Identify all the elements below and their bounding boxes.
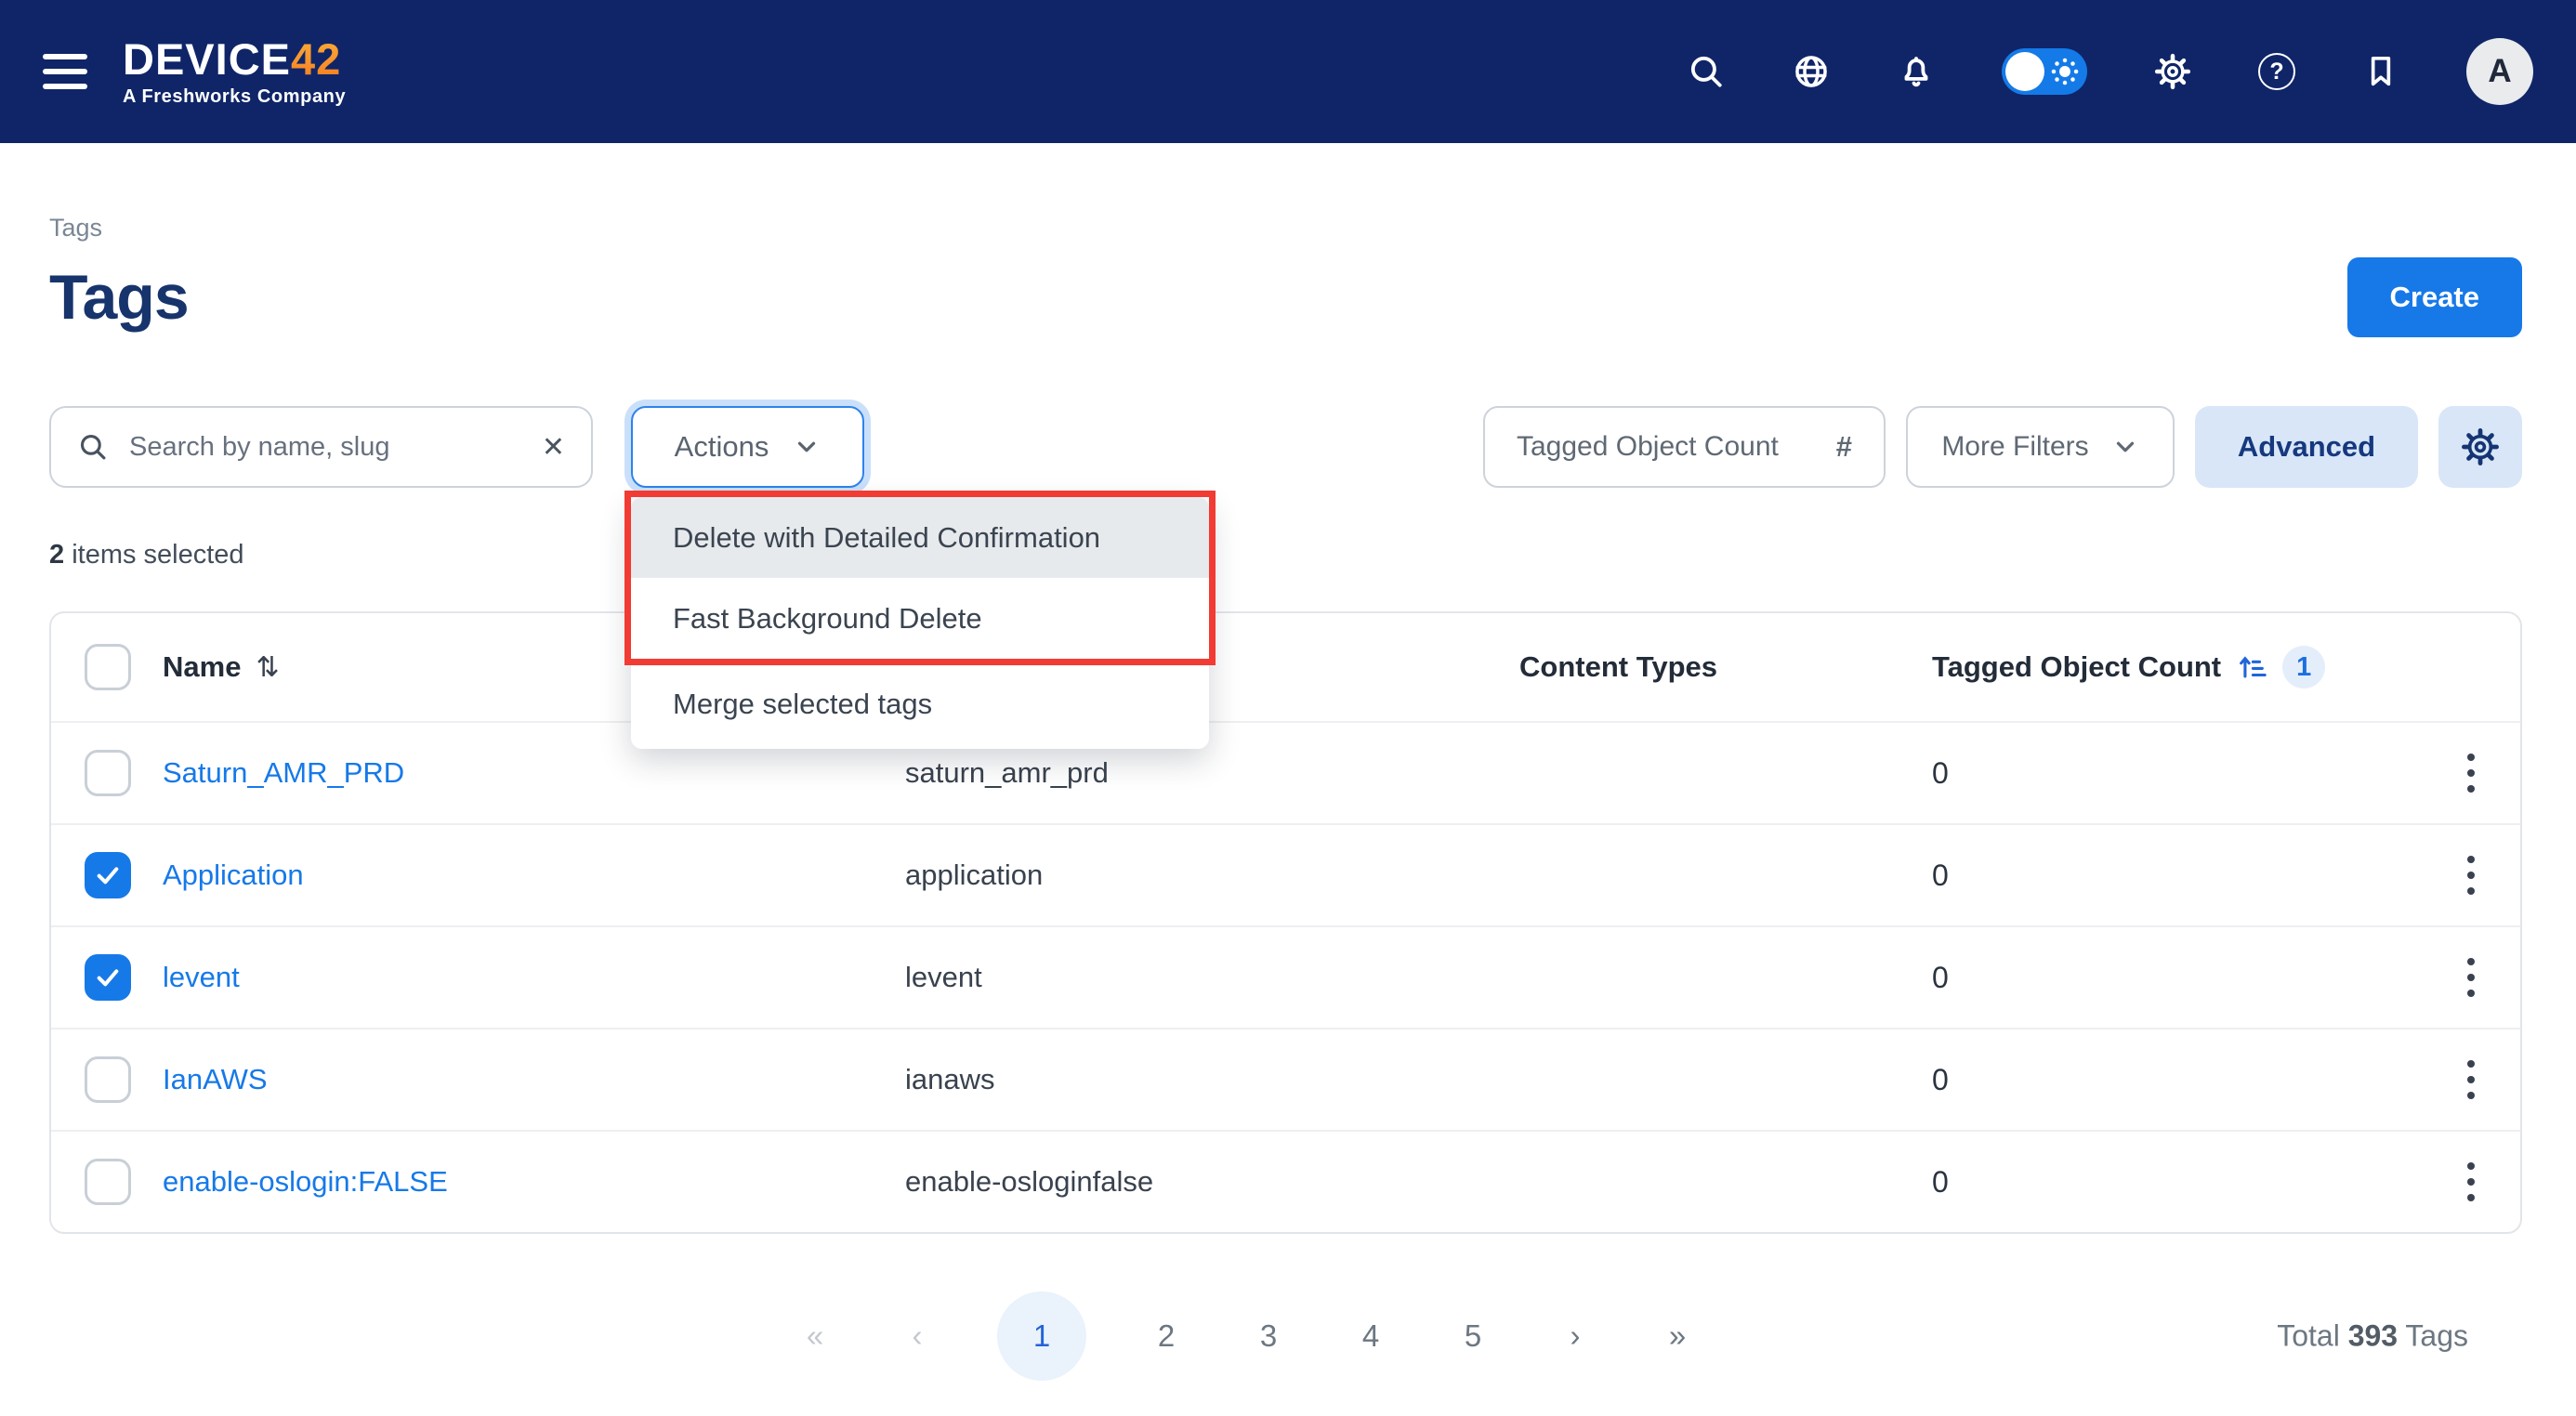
- gear-icon: [2460, 426, 2501, 467]
- menu-item-merge-selected-tags[interactable]: Merge selected tags: [631, 659, 1209, 749]
- tag-slug: saturn_amr_prd: [905, 756, 1519, 790]
- navbar-actions: ? A: [1687, 38, 2533, 105]
- top-navbar: DEVICE42 A Freshworks Company: [0, 0, 2576, 143]
- menu-item-fast-background-delete[interactable]: Fast Background Delete: [631, 578, 1209, 659]
- brand-accent: 42: [291, 34, 341, 84]
- pagination-page-4[interactable]: 4: [1348, 1318, 1393, 1354]
- tag-name-link[interactable]: enable-oslogin:FALSE: [163, 1165, 448, 1198]
- settings-gear-icon[interactable]: [2153, 52, 2192, 91]
- row-checkbox[interactable]: [85, 852, 131, 898]
- table-row: enable-oslogin:FALSE enable-osloginfalse…: [51, 1130, 2520, 1232]
- table-footer: « ‹ 1 2 3 4 5 › » Total 393 Tags: [49, 1262, 2522, 1410]
- globe-icon[interactable]: [1792, 52, 1831, 91]
- tag-count: 0: [1932, 961, 2430, 995]
- breadcrumb[interactable]: Tags: [49, 214, 2522, 243]
- row-checkbox[interactable]: [85, 954, 131, 1001]
- search-icon[interactable]: [1687, 52, 1726, 91]
- main-content: Tags Tags Create ✕ Actions Tagged Object…: [0, 214, 2576, 1410]
- column-header-content-types[interactable]: Content Types: [1519, 650, 1932, 684]
- table-row: Saturn_AMR_PRD saturn_amr_prd 0: [51, 721, 2520, 823]
- sort-priority-badge: 1: [2282, 646, 2325, 688]
- more-filters-dropdown[interactable]: More Filters: [1906, 406, 2175, 488]
- toolbar: ✕ Actions Tagged Object Count # More Fil…: [49, 406, 2522, 488]
- theme-toggle[interactable]: [2002, 48, 2087, 95]
- pagination-page-2[interactable]: 2: [1144, 1318, 1189, 1354]
- row-kebab-menu[interactable]: [2458, 744, 2484, 802]
- tag-count: 0: [1932, 756, 2430, 791]
- avatar[interactable]: A: [2466, 38, 2533, 105]
- pagination-page-5[interactable]: 5: [1451, 1318, 1495, 1354]
- pagination: « ‹ 1 2 3 4 5 › »: [793, 1291, 1700, 1381]
- select-all-checkbox[interactable]: [85, 644, 131, 690]
- selected-count: 2: [49, 540, 64, 570]
- row-checkbox[interactable]: [85, 750, 131, 796]
- table-row: Application application 0: [51, 823, 2520, 925]
- row-checkbox[interactable]: [85, 1056, 131, 1103]
- row-kebab-menu[interactable]: [2458, 949, 2484, 1006]
- pagination-first[interactable]: «: [793, 1318, 837, 1354]
- tag-slug: application: [905, 859, 1519, 892]
- row-kebab-menu[interactable]: [2458, 1153, 2484, 1211]
- tagged-object-count-filter[interactable]: Tagged Object Count #: [1483, 406, 1886, 488]
- chevron-down-icon: [793, 433, 821, 461]
- hamburger-menu-icon[interactable]: [43, 54, 87, 89]
- pagination-page-3[interactable]: 3: [1246, 1318, 1291, 1354]
- help-icon[interactable]: ?: [2258, 53, 2295, 90]
- bookmark-icon[interactable]: [2361, 52, 2400, 91]
- row-checkbox[interactable]: [85, 1159, 131, 1205]
- tag-slug: enable-osloginfalse: [905, 1165, 1519, 1199]
- brand-subtitle: A Freshworks Company: [123, 87, 346, 106]
- brand-logo[interactable]: DEVICE42 A Freshworks Company: [123, 37, 346, 106]
- actions-dropdown-menu: Delete with Detailed Confirmation Fast B…: [631, 497, 1209, 749]
- search-input[interactable]: [129, 432, 521, 463]
- search-field-icon: [77, 431, 109, 463]
- pagination-next[interactable]: ›: [1553, 1318, 1597, 1354]
- tags-table: Name ⇅ Content Types Tagged Object Count…: [49, 611, 2522, 1234]
- pagination-prev[interactable]: ‹: [895, 1318, 940, 1354]
- tag-slug: levent: [905, 961, 1519, 994]
- table-header-row: Name ⇅ Content Types Tagged Object Count…: [51, 613, 2520, 721]
- actions-label: Actions: [675, 430, 769, 464]
- tag-count: 0: [1932, 859, 2430, 893]
- toggle-knob: [2005, 52, 2044, 91]
- table-settings-button[interactable]: [2438, 406, 2522, 488]
- total-count: Total 393 Tags: [2277, 1319, 2468, 1354]
- tag-slug: ianaws: [905, 1063, 1519, 1096]
- column-header-tagged-object-count[interactable]: Tagged Object Count 1: [1932, 646, 2430, 688]
- sort-ascending-icon[interactable]: [2236, 651, 2267, 683]
- tag-count: 0: [1932, 1165, 2430, 1200]
- clear-search-icon[interactable]: ✕: [542, 431, 565, 464]
- sun-icon: [2049, 56, 2081, 87]
- pagination-last[interactable]: »: [1655, 1318, 1700, 1354]
- search-box[interactable]: ✕: [49, 406, 593, 488]
- sort-icon[interactable]: ⇅: [256, 651, 279, 684]
- table-row: levent levent 0: [51, 925, 2520, 1028]
- tag-name-link[interactable]: Saturn_AMR_PRD: [163, 756, 404, 789]
- tag-name-link[interactable]: Application: [163, 859, 304, 891]
- tag-name-link[interactable]: IanAWS: [163, 1063, 268, 1095]
- row-kebab-menu[interactable]: [2458, 846, 2484, 904]
- brand-name: DEVICE42: [123, 37, 346, 81]
- table-row: IanAWS ianaws 0: [51, 1028, 2520, 1130]
- notifications-bell-icon[interactable]: [1897, 52, 1936, 91]
- pagination-page-1[interactable]: 1: [997, 1291, 1086, 1381]
- advanced-button[interactable]: Advanced: [2195, 406, 2418, 488]
- hash-icon: #: [1836, 430, 1852, 464]
- selection-status: 2 items selected: [49, 540, 2522, 570]
- chevron-down-icon: [2111, 433, 2139, 461]
- tag-count: 0: [1932, 1063, 2430, 1097]
- page-title: Tags: [49, 261, 189, 334]
- menu-item-delete-detailed[interactable]: Delete with Detailed Confirmation: [631, 497, 1209, 578]
- tag-name-link[interactable]: levent: [163, 961, 240, 993]
- actions-dropdown-button[interactable]: Actions: [631, 406, 864, 488]
- create-button[interactable]: Create: [2347, 257, 2523, 337]
- row-kebab-menu[interactable]: [2458, 1051, 2484, 1108]
